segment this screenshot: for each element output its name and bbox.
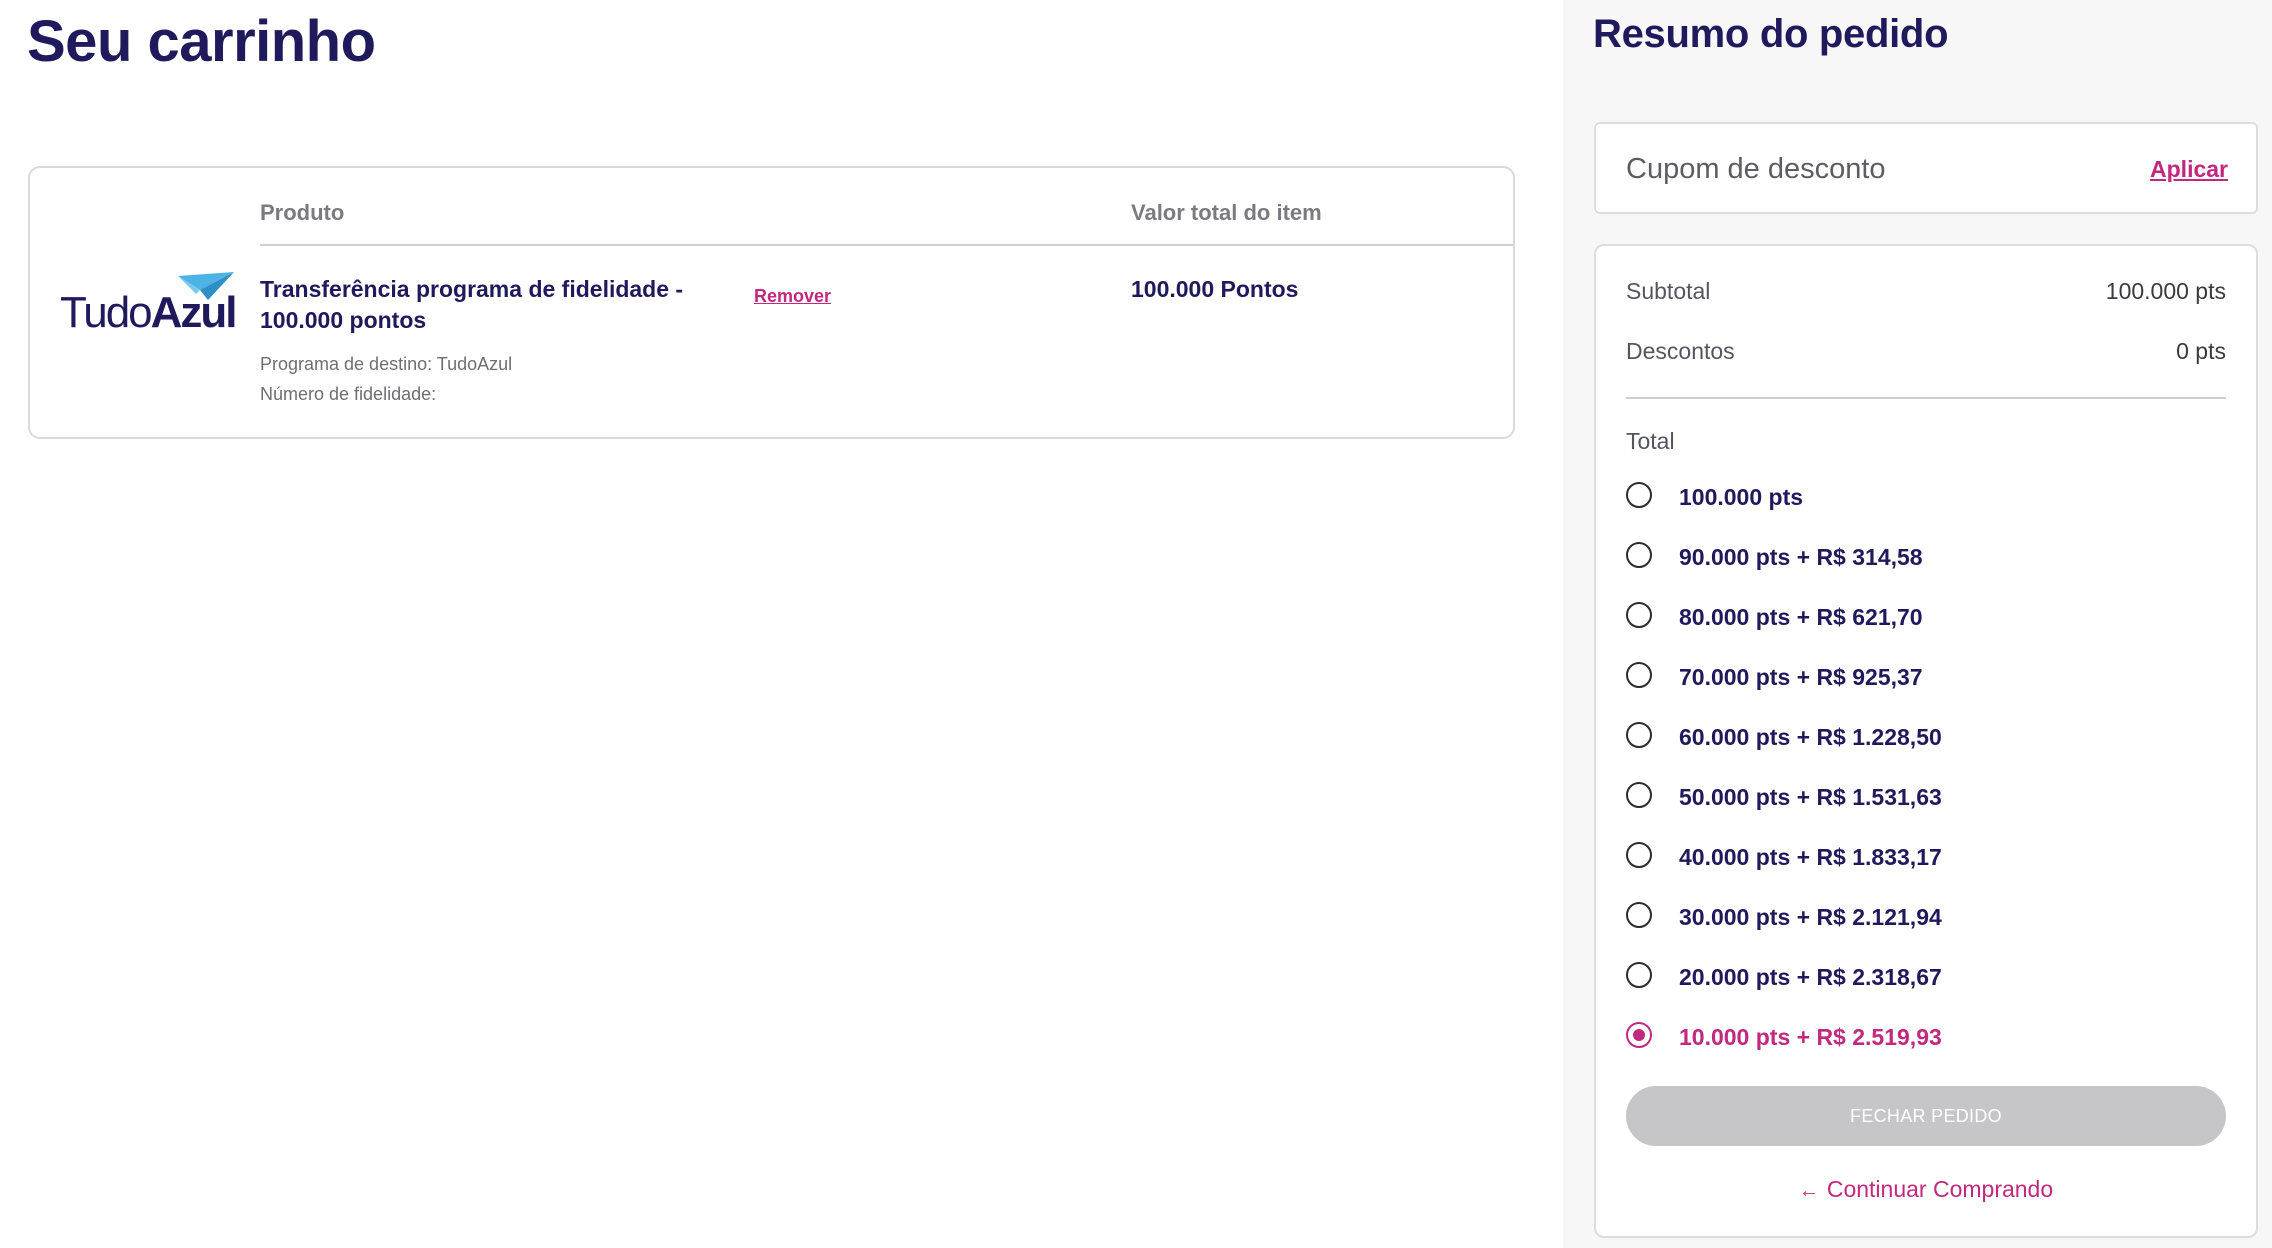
- payment-option-label: 50.000 pts + R$ 1.531,63: [1679, 784, 1942, 810]
- arrow-left-icon: ←: [1798, 1180, 1819, 1202]
- payment-option-label: 60.000 pts + R$ 1.228,50: [1679, 724, 1942, 750]
- radio-button[interactable]: [1626, 482, 1652, 508]
- radio-button[interactable]: [1626, 962, 1652, 988]
- tudoazul-logo: TudoAzul: [60, 272, 240, 342]
- page-title: Seu carrinho: [27, 9, 376, 74]
- radio-button[interactable]: [1626, 602, 1652, 628]
- continue-shopping-label: Continuar Comprando: [1826, 1176, 2054, 1202]
- discount-label: Descontos: [1626, 338, 1735, 364]
- remove-button[interactable]: Remover: [754, 286, 831, 307]
- column-header-product: Produto: [260, 200, 345, 225]
- apply-coupon-button[interactable]: Aplicar: [2150, 156, 2228, 183]
- payment-option[interactable]: 20.000 pts + R$ 2.318,67: [1626, 962, 2226, 1002]
- payment-option-label: 70.000 pts + R$ 925,37: [1679, 664, 1923, 690]
- payment-option[interactable]: 60.000 pts + R$ 1.228,50: [1626, 722, 2226, 762]
- discount-value: 0 pts: [2176, 338, 2226, 364]
- payment-option[interactable]: 90.000 pts + R$ 314,58: [1626, 542, 2226, 582]
- column-header-total: Valor total do item: [1131, 200, 1322, 225]
- summary-box: Subtotal 100.000 pts Descontos 0 pts Tot…: [1594, 244, 2258, 1238]
- checkout-button[interactable]: FECHAR PEDIDO: [1626, 1086, 2226, 1146]
- cart-item-card: Produto Valor total do item TudoAzul Tra…: [28, 166, 1515, 439]
- subtotal-row: Subtotal 100.000 pts: [1626, 278, 2226, 305]
- payment-option-selected[interactable]: 10.000 pts + R$ 2.519,93: [1626, 1022, 2226, 1062]
- discount-row: Descontos 0 pts: [1626, 338, 2226, 365]
- order-summary-panel: Resumo do pedido Aplicar Subtotal 100.00…: [1563, 0, 2272, 1248]
- header-divider: [260, 244, 1514, 246]
- payment-option-label: 40.000 pts + R$ 1.833,17: [1679, 844, 1942, 870]
- radio-button[interactable]: [1626, 662, 1652, 688]
- logo-wordmark: TudoAzul: [60, 288, 238, 337]
- payment-option-label: 20.000 pts + R$ 2.318,67: [1679, 964, 1942, 990]
- destination-program: Programa de destino: TudoAzul: [260, 354, 513, 374]
- loyalty-number: Número de fidelidade:: [260, 384, 437, 404]
- radio-button[interactable]: [1626, 782, 1652, 808]
- payment-option[interactable]: 30.000 pts + R$ 2.121,94: [1626, 902, 2226, 942]
- payment-option-label: 10.000 pts + R$ 2.519,93: [1679, 1024, 1942, 1050]
- total-label: Total: [1626, 428, 1675, 454]
- radio-button[interactable]: [1626, 542, 1652, 568]
- payment-option[interactable]: 50.000 pts + R$ 1.531,63: [1626, 782, 2226, 822]
- subtotal-label: Subtotal: [1626, 278, 1711, 304]
- payment-option-label: 90.000 pts + R$ 314,58: [1679, 544, 1923, 570]
- payment-option[interactable]: 70.000 pts + R$ 925,37: [1626, 662, 2226, 702]
- radio-button[interactable]: [1626, 722, 1652, 748]
- radio-button[interactable]: [1626, 842, 1652, 868]
- payment-option-label: 100.000 pts: [1679, 484, 1804, 510]
- payment-option-label: 30.000 pts + R$ 2.121,94: [1679, 904, 1942, 930]
- payment-option[interactable]: 100.000 pts: [1626, 482, 2226, 522]
- coupon-input[interactable]: [1624, 146, 2128, 192]
- payment-option[interactable]: 40.000 pts + R$ 1.833,17: [1626, 842, 2226, 882]
- payment-option-label: 80.000 pts + R$ 621,70: [1679, 604, 1923, 630]
- payment-option[interactable]: 80.000 pts + R$ 621,70: [1626, 602, 2226, 642]
- item-total-value: 100.000 Pontos: [1131, 276, 1299, 302]
- summary-title: Resumo do pedido: [1593, 12, 1949, 56]
- item-name: Transferência programa de fidelidade - 1…: [260, 276, 684, 333]
- continue-shopping-link[interactable]: ← Continuar Comprando: [1596, 1176, 2256, 1203]
- cart-panel: Seu carrinho Produto Valor total do item…: [0, 0, 1563, 1248]
- subtotal-value: 100.000 pts: [2105, 278, 2226, 304]
- summary-divider: [1626, 397, 2226, 399]
- coupon-box: Aplicar: [1594, 122, 2258, 214]
- radio-button-selected[interactable]: [1626, 1022, 1652, 1048]
- radio-button[interactable]: [1626, 902, 1652, 928]
